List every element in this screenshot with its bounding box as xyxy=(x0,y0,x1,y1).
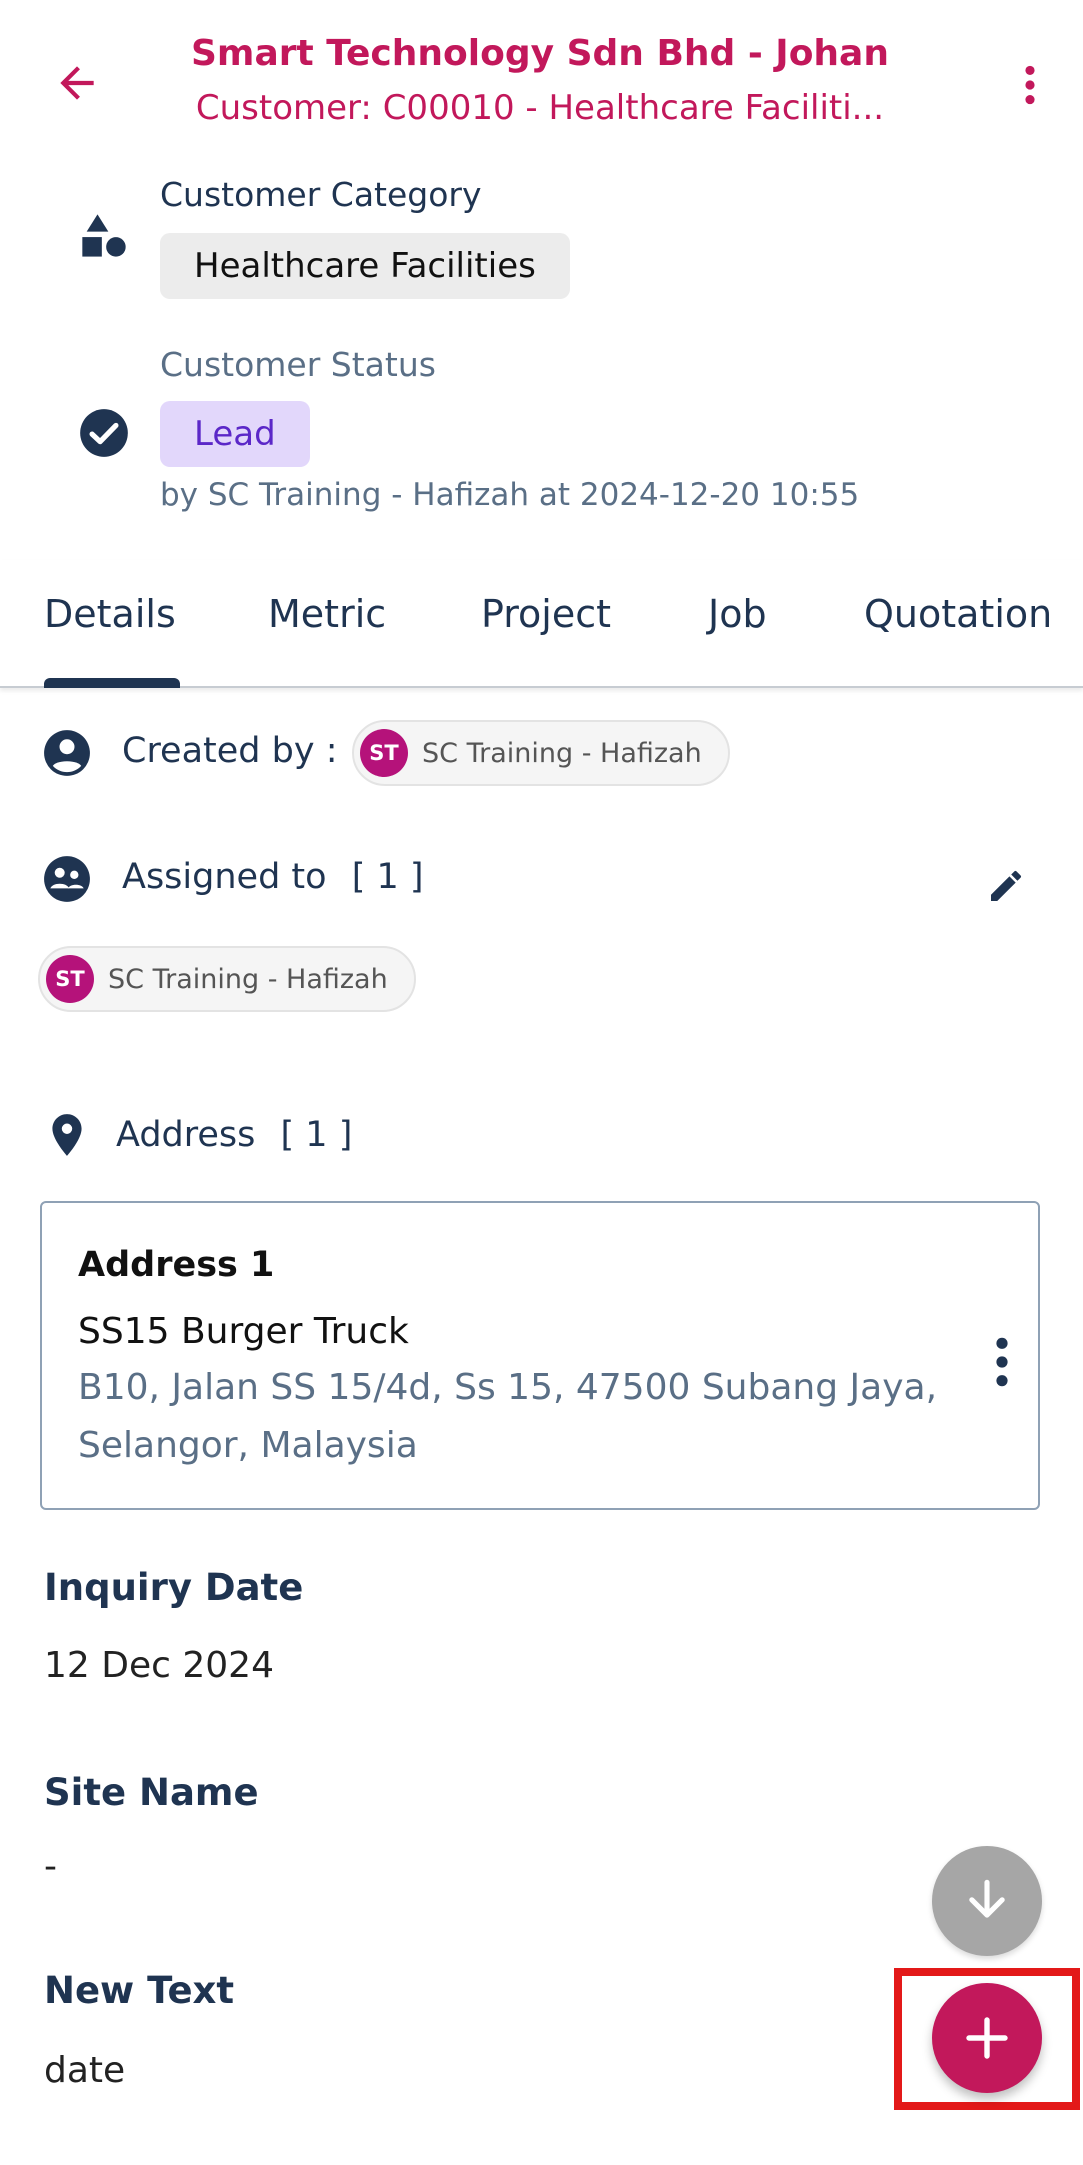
add-button[interactable] xyxy=(932,1983,1042,2093)
address-options-button[interactable] xyxy=(982,1327,1022,1397)
created-by-user-chip[interactable]: ST SC Training - Hafizah xyxy=(352,720,730,786)
assigned-to-label: Assigned to [ 1 ] xyxy=(122,857,424,897)
tab-job[interactable]: Job xyxy=(708,592,767,636)
new-text-label: New Text xyxy=(44,1969,235,2012)
edit-assignees-button[interactable] xyxy=(978,858,1034,914)
tab-quotation[interactable]: Quotation xyxy=(864,592,1052,636)
address-text: Address xyxy=(116,1115,256,1155)
status-badge: Lead xyxy=(160,401,310,467)
inquiry-date-label: Inquiry Date xyxy=(44,1566,304,1609)
inquiry-date-value: 12 Dec 2024 xyxy=(44,1645,274,1686)
shapes-icon xyxy=(82,214,126,257)
site-name-label: Site Name xyxy=(44,1771,259,1814)
assigned-count: [ 1 ] xyxy=(351,857,424,897)
check-circle-icon xyxy=(80,409,128,457)
address-line-2: Selangor, Malaysia xyxy=(78,1425,418,1466)
address-section-label: Address [ 1 ] xyxy=(116,1115,352,1155)
pencil-icon xyxy=(991,870,1022,901)
assigned-user-chip[interactable]: ST SC Training - Hafizah xyxy=(38,946,416,1012)
user-chip-name: SC Training - Hafizah xyxy=(422,737,702,769)
arrow-left-icon xyxy=(60,66,94,100)
more-vertical-icon xyxy=(996,1337,1008,1387)
assigned-to-text: Assigned to xyxy=(122,857,327,897)
back-button[interactable] xyxy=(44,50,110,116)
location-pin-icon xyxy=(52,1114,82,1156)
address-count: [ 1 ] xyxy=(280,1115,353,1155)
user-chip-name: SC Training - Hafizah xyxy=(108,963,388,995)
tab-bar: Details Metric Project Job Quotation xyxy=(0,560,1083,688)
plus-icon xyxy=(966,2017,1008,2059)
customer-category-label: Customer Category xyxy=(160,175,482,214)
new-text-value: date xyxy=(44,2050,126,2091)
customer-status-label: Customer Status xyxy=(160,345,436,384)
more-options-button[interactable] xyxy=(997,52,1063,118)
tab-metric[interactable]: Metric xyxy=(268,592,386,636)
account-circle-icon xyxy=(44,730,90,776)
site-name-value: - xyxy=(44,1846,57,1887)
address-card[interactable]: Address 1 SS15 Burger Truck B10, Jalan S… xyxy=(40,1201,1040,1510)
customer-category-chip: Healthcare Facilities xyxy=(160,233,570,299)
group-icon xyxy=(44,856,90,902)
page-subtitle: Customer: C00010 - Healthcare Faciliti..… xyxy=(195,88,885,128)
address-card-title: Address 1 xyxy=(78,1245,275,1285)
scroll-down-button[interactable] xyxy=(932,1846,1042,1956)
created-by-label: Created by : xyxy=(122,731,338,771)
address-line-1: B10, Jalan SS 15/4d, Ss 15, 47500 Subang… xyxy=(78,1367,938,1408)
status-byline: by SC Training - Hafizah at 2024-12-20 1… xyxy=(160,477,860,513)
address-name: SS15 Burger Truck xyxy=(78,1311,409,1352)
active-tab-indicator xyxy=(44,678,180,688)
page-title: Smart Technology Sdn Bhd - Johan xyxy=(191,33,889,74)
more-vertical-icon xyxy=(1025,65,1035,105)
tab-project[interactable]: Project xyxy=(481,592,611,636)
avatar: ST xyxy=(46,955,94,1003)
avatar: ST xyxy=(360,729,408,777)
tab-details[interactable]: Details xyxy=(44,592,176,636)
app-header: Smart Technology Sdn Bhd - Johan Custome… xyxy=(0,0,1083,160)
arrow-down-icon xyxy=(969,1879,1005,1918)
